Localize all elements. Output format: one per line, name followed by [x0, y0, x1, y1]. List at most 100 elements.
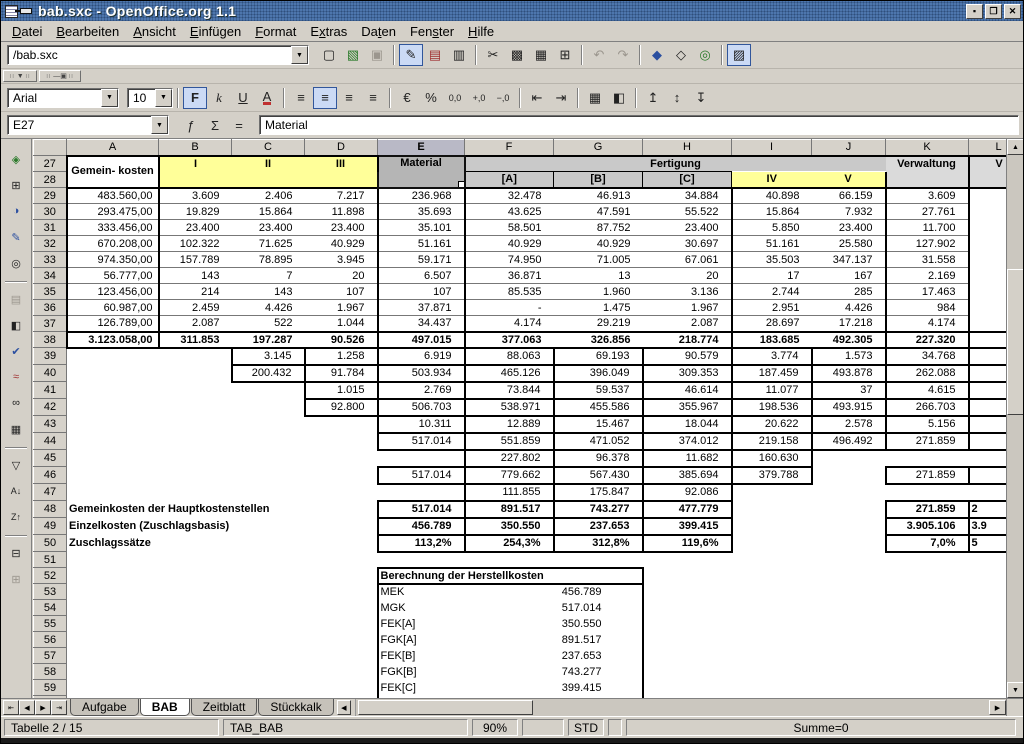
scroll-up-icon[interactable]: ▲	[1007, 139, 1024, 155]
cell[interactable]: 35.503	[732, 252, 812, 268]
cell[interactable]	[67, 584, 159, 600]
cell[interactable]	[305, 616, 378, 632]
cell[interactable]	[969, 220, 1008, 236]
cell[interactable]	[812, 501, 886, 518]
cell[interactable]	[159, 450, 232, 467]
cell[interactable]	[969, 348, 1008, 365]
cell[interactable]: 333.456,00	[67, 220, 159, 236]
cell[interactable]	[969, 365, 1008, 382]
cell[interactable]	[886, 484, 969, 501]
cell[interactable]	[643, 568, 732, 584]
cell[interactable]: 1.015	[305, 382, 378, 399]
cell[interactable]	[969, 300, 1008, 316]
vertical-scroll-thumb[interactable]	[1007, 269, 1024, 415]
edit-file-button[interactable]: ✎	[399, 44, 423, 66]
sort-ascending-button[interactable]: A↓	[3, 479, 29, 503]
cell[interactable]: 492.305	[812, 332, 886, 348]
cell[interactable]: 58.501	[465, 220, 554, 236]
row-header-30[interactable]: 30	[34, 204, 67, 220]
cell[interactable]: I	[159, 156, 232, 172]
column-header-C[interactable]: C	[232, 140, 305, 156]
cell[interactable]: Material	[378, 156, 465, 188]
cell[interactable]: 119,6%	[643, 535, 732, 552]
cell[interactable]: 456.789	[378, 518, 465, 535]
paste-button[interactable]: ▦	[529, 44, 553, 66]
cell[interactable]: V	[812, 172, 886, 188]
cell[interactable]: -	[465, 300, 554, 316]
cell[interactable]: 27.761	[886, 204, 969, 220]
redo-button[interactable]: ↷	[611, 44, 635, 66]
cell[interactable]: Gemeinkosten der Hauptkostenstellen	[67, 501, 378, 518]
cell[interactable]	[305, 568, 378, 584]
row-header-56[interactable]: 56	[34, 632, 67, 648]
column-header-J[interactable]: J	[812, 140, 886, 156]
cell[interactable]	[812, 696, 886, 699]
menu-bearbeiten[interactable]: Bearbeiten	[49, 22, 126, 41]
function-wizard-button[interactable]: ƒ	[179, 114, 203, 136]
cell[interactable]	[812, 450, 886, 467]
cell[interactable]: 66.159	[812, 188, 886, 204]
align-bottom-button[interactable]: ↧	[689, 87, 713, 109]
cell[interactable]: 111.855	[465, 484, 554, 501]
cell[interactable]: 538.971	[465, 399, 554, 416]
sheet-tab-stückkalk[interactable]: Stückkalk	[258, 699, 333, 716]
cell[interactable]: 493.878	[812, 365, 886, 382]
cell[interactable]: 37.871	[378, 300, 465, 316]
add-decimal-button[interactable]: +,0	[467, 87, 491, 109]
cell[interactable]	[159, 600, 232, 616]
align-top-button[interactable]: ↥	[641, 87, 665, 109]
cell[interactable]: FEK[A]	[378, 616, 465, 632]
cell[interactable]: 477.779	[465, 696, 643, 699]
row-header-52[interactable]: 52	[34, 568, 67, 584]
cell[interactable]	[159, 664, 232, 680]
menu-datei[interactable]: Datei	[5, 22, 49, 41]
row-header-39[interactable]: 39	[34, 348, 67, 365]
cell[interactable]: 43.625	[465, 204, 554, 220]
cell[interactable]	[812, 535, 886, 552]
cell[interactable]	[732, 552, 812, 568]
cell[interactable]	[232, 382, 305, 399]
cell[interactable]: 40.929	[305, 236, 378, 252]
cell[interactable]	[812, 648, 886, 664]
number-format-currency-button[interactable]: €	[395, 87, 419, 109]
cell[interactable]	[812, 484, 886, 501]
cell[interactable]: 377.063	[465, 332, 554, 348]
cell[interactable]: 187.459	[732, 365, 812, 382]
cell[interactable]	[305, 172, 378, 188]
row-header-53[interactable]: 53	[34, 584, 67, 600]
cell[interactable]: 123.456,00	[67, 284, 159, 300]
sheet-tab-zeitblatt[interactable]: Zeitblatt	[191, 699, 258, 716]
cell[interactable]: Verwaltung	[886, 156, 969, 172]
cell[interactable]: 670.208,00	[67, 236, 159, 252]
cell[interactable]: 2.459	[159, 300, 232, 316]
row-header-49[interactable]: 49	[34, 518, 67, 535]
cell[interactable]: 11.077	[732, 382, 812, 399]
cell[interactable]: 102.322	[159, 236, 232, 252]
cell[interactable]	[305, 484, 378, 501]
cell[interactable]	[812, 680, 886, 696]
cell[interactable]	[969, 172, 1008, 188]
cell[interactable]	[67, 552, 159, 568]
number-format-percent-button[interactable]: %	[419, 87, 443, 109]
cell[interactable]: 2.169	[886, 268, 969, 284]
row-header-41[interactable]: 41	[34, 382, 67, 399]
cell[interactable]	[969, 696, 1008, 699]
cell[interactable]	[643, 600, 732, 616]
cell[interactable]	[159, 484, 232, 501]
cell[interactable]: 113,2%	[378, 535, 465, 552]
cell[interactable]: 3.609	[886, 188, 969, 204]
cell[interactable]: 271.859	[886, 467, 969, 484]
cell[interactable]	[67, 696, 159, 699]
cell[interactable]	[378, 552, 465, 568]
cell[interactable]: 143	[232, 284, 305, 300]
row-header-51[interactable]: 51	[34, 552, 67, 568]
cell-grid[interactable]: ABCDEFGHIJKL27Gemein- kostenIIIIIIMateri…	[33, 139, 1007, 698]
cell[interactable]: 35.693	[378, 204, 465, 220]
group-button[interactable]: ⊟	[3, 541, 29, 565]
row-header-50[interactable]: 50	[34, 535, 67, 552]
cell[interactable]: 183.685	[732, 332, 812, 348]
number-format-standard-button[interactable]: 0,0	[443, 87, 467, 109]
cell[interactable]: 1.475	[554, 300, 643, 316]
cell[interactable]	[643, 664, 732, 680]
paste-special-button[interactable]: ⊞	[553, 44, 577, 66]
